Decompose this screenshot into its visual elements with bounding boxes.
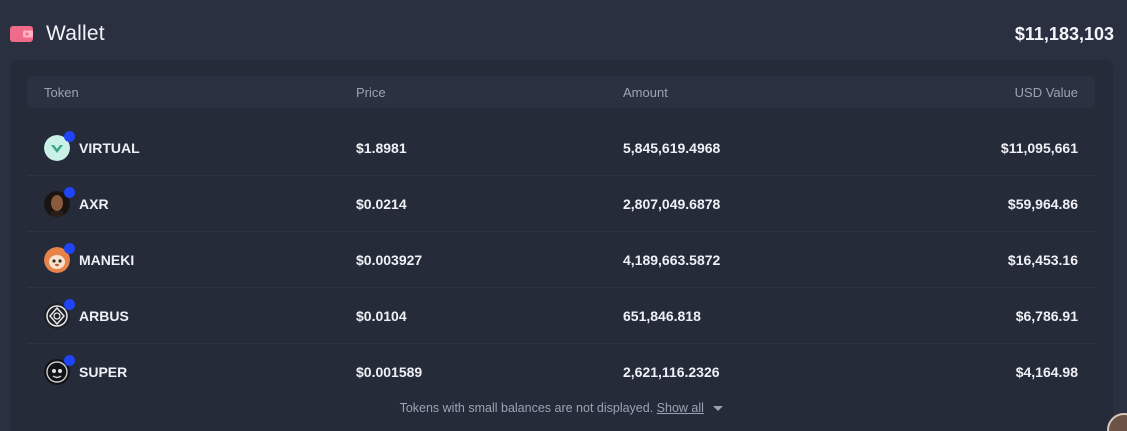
small-balances-note: Tokens with small balances are not displ… bbox=[10, 401, 1113, 415]
column-header-amount[interactable]: Amount bbox=[623, 76, 668, 108]
token-cell: SUPER bbox=[44, 344, 127, 400]
chain-badge-icon bbox=[64, 355, 75, 366]
show-all-link[interactable]: Show all bbox=[657, 401, 704, 415]
token-symbol: VIRTUAL bbox=[79, 139, 140, 156]
table-row[interactable]: VIRTUAL $1.8981 5,845,619.4968 $11,095,6… bbox=[27, 120, 1095, 176]
token-usd-value: $11,095,661 bbox=[1000, 139, 1078, 156]
wallet-header: Wallet $11,183,103 bbox=[10, 17, 1114, 51]
table-header: Token Price Amount USD Value bbox=[27, 76, 1095, 108]
table-row[interactable]: AXR $0.0214 2,807,049.6878 $59,964.86 bbox=[27, 176, 1095, 232]
token-cell: ARBUS bbox=[44, 288, 129, 343]
token-avatar bbox=[44, 130, 75, 161]
token-cell: MANEKI bbox=[44, 232, 134, 287]
token-cell: AXR bbox=[44, 176, 109, 231]
token-symbol: MANEKI bbox=[79, 251, 135, 268]
column-header-price[interactable]: Price bbox=[356, 76, 386, 108]
wallet-total-value: $11,183,103 bbox=[1014, 23, 1114, 44]
table-row[interactable]: SUPER $0.001589 2,621,116.2326 $4,164.98 bbox=[27, 344, 1095, 400]
token-cell: VIRTUAL bbox=[44, 120, 140, 175]
table-row[interactable]: ARBUS $0.0104 651,846.818 $6,786.91 bbox=[27, 288, 1095, 344]
token-symbol: AXR bbox=[79, 195, 109, 212]
token-usd-value: $6,786.91 bbox=[1015, 307, 1078, 324]
token-table-panel: Token Price Amount USD Value VIRTUAL $1.… bbox=[10, 60, 1113, 431]
token-symbol: SUPER bbox=[79, 364, 128, 380]
token-amount: 4,189,663.5872 bbox=[623, 251, 721, 268]
token-avatar bbox=[44, 186, 75, 217]
chain-badge-icon bbox=[64, 186, 75, 198]
small-balances-text: Tokens with small balances are not displ… bbox=[399, 401, 654, 415]
token-usd-value: $4,164.98 bbox=[1015, 364, 1078, 380]
token-rows: VIRTUAL $1.8981 5,845,619.4968 $11,095,6… bbox=[27, 120, 1095, 400]
chain-badge-icon bbox=[64, 242, 75, 254]
page-title: Wallet bbox=[46, 22, 105, 45]
token-avatar bbox=[44, 355, 75, 385]
table-row[interactable]: MANEKI $0.003927 4,189,663.5872 $16,453.… bbox=[27, 232, 1095, 288]
token-price: $0.001589 bbox=[356, 364, 423, 380]
token-symbol: ARBUS bbox=[79, 307, 129, 324]
chain-badge-icon bbox=[64, 298, 75, 310]
token-usd-value: $59,964.86 bbox=[1007, 195, 1078, 212]
token-amount: 2,807,049.6878 bbox=[623, 195, 721, 212]
token-amount: 2,621,116.2326 bbox=[623, 364, 720, 380]
token-usd-value: $16,453.16 bbox=[1007, 251, 1078, 268]
token-price: $1.8981 bbox=[356, 139, 407, 156]
token-avatar bbox=[44, 298, 75, 329]
wallet-title-group: Wallet bbox=[10, 22, 105, 46]
token-amount: 651,846.818 bbox=[623, 307, 701, 324]
column-header-usd-value[interactable]: USD Value bbox=[1015, 76, 1078, 108]
token-amount: 5,845,619.4968 bbox=[623, 139, 721, 156]
chevron-down-icon[interactable] bbox=[713, 406, 724, 412]
token-avatar bbox=[44, 242, 75, 273]
chain-badge-icon bbox=[64, 130, 75, 142]
wallet-page: Wallet $11,183,103 Token Price Amount US… bbox=[0, 0, 1127, 431]
wallet-icon bbox=[10, 25, 35, 43]
column-header-token[interactable]: Token bbox=[44, 76, 79, 108]
token-price: $0.003927 bbox=[356, 251, 423, 268]
token-price: $0.0104 bbox=[356, 307, 407, 324]
token-price: $0.0214 bbox=[356, 195, 407, 212]
